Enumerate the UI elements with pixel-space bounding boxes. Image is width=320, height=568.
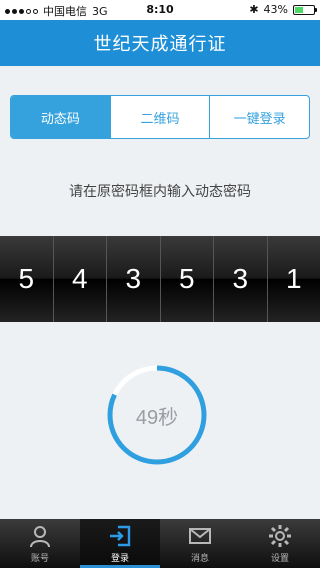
status-right: ✱ 43% [249,3,317,16]
tab-account[interactable]: 账号 [0,519,80,568]
code-digit: 5 [160,236,214,322]
battery-icon [293,4,317,15]
status-bar: 中国电信 3G 8:10 ✱ 43% [0,0,320,20]
person-icon [28,523,52,549]
bluetooth-icon: ✱ [249,3,259,16]
code-digit: 5 [0,236,54,322]
mode-segmented-control: 动态码 二维码 一键登录 [10,95,310,139]
tab-settings[interactable]: 设置 [240,519,320,568]
tab-dynamic-code[interactable]: 动态码 [11,96,110,138]
tab-login-label: 登录 [110,554,129,564]
tab-messages-label: 消息 [190,554,209,564]
dynamic-code-display: 5 4 3 5 3 1 [0,236,320,322]
code-digit: 3 [214,236,268,322]
bottom-tab-bar: 账号 登录 消息 设置 [0,519,320,568]
code-digit: 3 [107,236,161,322]
mail-icon [188,523,212,549]
gear-icon [268,523,292,549]
code-digit: 4 [53,236,107,322]
code-digit: 1 [267,236,320,322]
tab-qr-code[interactable]: 二维码 [109,96,210,138]
login-icon [108,523,132,549]
countdown-timer: 49秒 [105,363,209,467]
countdown-label: 49秒 [135,406,179,429]
tab-settings-label: 设置 [270,554,289,564]
tab-one-click-login[interactable]: 一键登录 [209,96,309,138]
tab-account-label: 账号 [30,554,49,564]
instruction-text: 请在原密码框内输入动态密码 [69,184,251,200]
nav-bar: 世纪天成通行证 [0,20,320,66]
tab-messages[interactable]: 消息 [160,519,240,568]
tab-login[interactable]: 登录 [80,519,160,568]
page-title: 世纪天成通行证 [93,34,227,55]
battery-percent: 43% [263,3,288,16]
